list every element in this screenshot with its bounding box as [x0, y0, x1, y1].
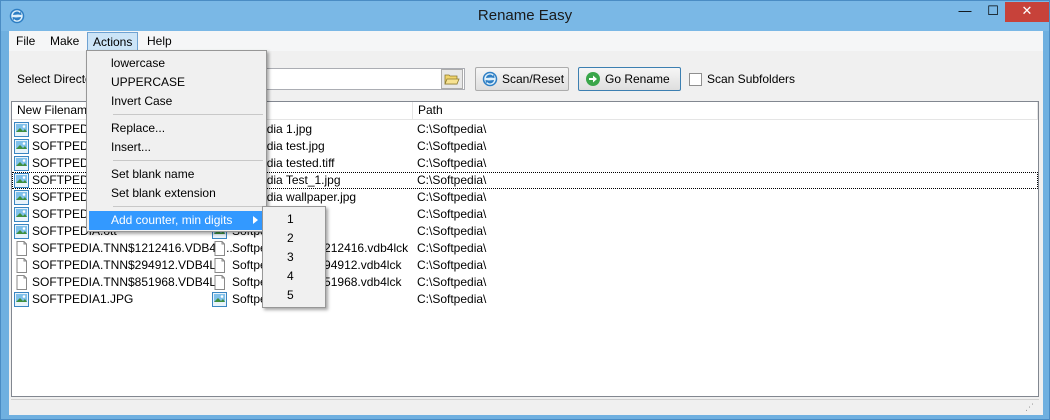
open-folder-icon	[444, 74, 460, 85]
resize-grip-icon[interactable]: ⋰	[1025, 402, 1037, 414]
table-row[interactable]: SOFTPEDIA.TNN$294912.VDB4L...Softpedia.T…	[12, 257, 1038, 274]
browse-folder-button[interactable]	[441, 69, 463, 89]
refresh-icon	[482, 71, 498, 87]
blank-file-icon	[14, 275, 29, 290]
image-file-icon	[14, 173, 29, 188]
menu-make[interactable]: Make	[45, 32, 84, 51]
go-rename-label: Go Rename	[605, 72, 670, 86]
path-cell: C:\Softpedia\	[417, 139, 487, 153]
path-cell: C:\Softpedia\	[417, 292, 487, 306]
status-bar: ⋰	[11, 399, 1039, 415]
menu-actions[interactable]: Actions	[87, 32, 139, 51]
new-filename-cell: SOFTPEDIA.TNN$1212416.VDB4L...	[32, 241, 233, 255]
submenu-item-5[interactable]: 5	[265, 286, 323, 305]
image-file-icon	[14, 122, 29, 137]
path-cell: C:\Softpedia\	[417, 258, 487, 272]
menu-separator	[113, 160, 263, 161]
menu-item-invert-case[interactable]: Invert Case	[89, 92, 264, 111]
image-file-icon	[14, 224, 29, 239]
new-filename-cell: SOFTPEDIA.TNN$294912.VDB4L...	[32, 258, 227, 272]
close-button[interactable]: ✕	[1005, 2, 1049, 22]
path-cell: C:\Softpedia\	[417, 190, 487, 204]
submenu-item-4[interactable]: 4	[265, 267, 323, 286]
add-counter-label: Add counter, min digits	[111, 213, 233, 227]
image-file-icon	[14, 190, 29, 205]
menu-item-insert[interactable]: Insert...	[89, 138, 264, 157]
menu-item-set-blank-extension[interactable]: Set blank extension	[89, 184, 264, 203]
title-bar[interactable]: Rename Easy — ☐ ✕	[1, 1, 1049, 31]
path-cell: C:\Softpedia\	[417, 207, 487, 221]
column-path[interactable]: Path	[413, 102, 1038, 120]
path-cell: C:\Softpedia\	[417, 275, 487, 289]
scan-subfolders-label: Scan Subfolders	[707, 72, 796, 86]
blank-file-icon	[212, 258, 227, 273]
blank-file-icon	[14, 241, 29, 256]
menu-item-uppercase[interactable]: UPPERCASE	[89, 73, 264, 92]
blank-file-icon	[212, 275, 227, 290]
submenu-item-1[interactable]: 1	[265, 210, 323, 229]
actions-menu: lowercase UPPERCASE Invert Case Replace.…	[86, 50, 267, 232]
blank-file-icon	[212, 241, 227, 256]
menu-item-lowercase[interactable]: lowercase	[89, 54, 264, 73]
path-cell: C:\Softpedia\	[417, 241, 487, 255]
image-file-icon	[14, 292, 29, 307]
table-row[interactable]: SOFTPEDIA.TNN$851968.VDB4L...Softpedia.T…	[12, 274, 1038, 291]
go-rename-button[interactable]: Go Rename	[578, 67, 681, 91]
submenu-arrow-icon	[253, 216, 258, 224]
window-title: Rename Easy	[477, 7, 573, 24]
menu-item-set-blank-name[interactable]: Set blank name	[89, 165, 264, 184]
path-cell: C:\Softpedia\	[417, 122, 487, 136]
menu-bar: File Make Actions Help	[9, 31, 1043, 51]
new-filename-cell: SOFTPEDIA1.JPG	[32, 292, 134, 306]
table-row[interactable]: SOFTPEDIA.TNN$1212416.VDB4L...Softpedia.…	[12, 240, 1038, 257]
menu-item-add-counter[interactable]: Add counter, min digits	[89, 211, 264, 230]
menu-file[interactable]: File	[11, 32, 40, 51]
blank-file-icon	[14, 258, 29, 273]
path-cell: C:\Softpedia\	[417, 224, 487, 238]
counter-digits-submenu: 1 2 3 4 5	[262, 206, 326, 308]
go-arrow-icon	[586, 72, 600, 86]
image-file-icon	[14, 207, 29, 222]
menu-item-replace[interactable]: Replace...	[89, 119, 264, 138]
minimize-button[interactable]: —	[951, 2, 979, 22]
table-row[interactable]: SOFTPEDIA1.JPG Softpedia C:\Softpedia\	[12, 291, 1038, 308]
menu-separator	[113, 206, 263, 207]
menu-separator	[113, 114, 263, 115]
submenu-item-3[interactable]: 3	[265, 248, 323, 267]
maximize-button[interactable]: ☐	[979, 2, 1007, 22]
path-cell: C:\Softpedia\	[417, 173, 487, 187]
menu-help[interactable]: Help	[142, 32, 177, 51]
image-file-icon	[14, 156, 29, 171]
image-file-icon	[212, 292, 227, 307]
image-file-icon	[14, 139, 29, 154]
scan-subfolders-checkbox[interactable]	[689, 73, 702, 86]
path-cell: C:\Softpedia\	[417, 156, 487, 170]
submenu-item-2[interactable]: 2	[265, 229, 323, 248]
scan-reset-button[interactable]: Scan/Reset	[475, 67, 569, 91]
scan-reset-label: Scan/Reset	[502, 72, 565, 86]
new-filename-cell: SOFTPEDIA.TNN$851968.VDB4L...	[32, 275, 227, 289]
